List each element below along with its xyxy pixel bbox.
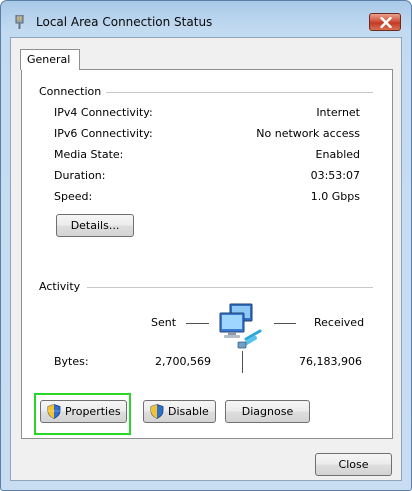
tab-general[interactable]: General (20, 49, 80, 70)
close-button-label: Close (338, 458, 369, 471)
bytes-sent-value: 2,700,569 (155, 355, 211, 368)
title-bar[interactable]: Local Area Connection Status (1, 1, 411, 37)
sent-label: Sent (151, 316, 177, 329)
duration-label: Duration: (54, 169, 106, 182)
status-dialog-window: Local Area Connection Status General Con… (0, 0, 412, 491)
connection-group-label: Connection (39, 85, 107, 98)
diagnose-button-label: Diagnose (241, 405, 294, 418)
received-label: Received (314, 316, 365, 329)
network-computers-icon (216, 301, 266, 356)
bytes-label: Bytes: (54, 355, 89, 368)
ipv6-connectivity-label: IPv6 Connectivity: (54, 127, 153, 140)
properties-button[interactable]: Properties (40, 400, 127, 423)
general-tab-panel (21, 69, 393, 439)
speed-label: Speed: (54, 190, 93, 203)
uac-shield-icon (47, 404, 61, 426)
close-icon (380, 17, 392, 28)
duration-value: 03:53:07 (310, 169, 360, 182)
window-title: Local Area Connection Status (36, 15, 213, 29)
connection-group-divider (101, 92, 373, 93)
activity-group-label: Activity (39, 280, 86, 293)
close-button[interactable]: Close (315, 453, 392, 476)
uac-shield-icon (150, 404, 164, 426)
title-close-button[interactable] (369, 13, 401, 31)
disable-button-label: Disable (168, 405, 209, 418)
bytes-received-value: 76,183,906 (299, 355, 362, 368)
diagnose-button[interactable]: Diagnose (225, 400, 310, 423)
ipv4-connectivity-value: Internet (316, 106, 360, 119)
details-button[interactable]: Details... (56, 214, 134, 237)
ipv6-connectivity-value: No network access (256, 127, 360, 140)
activity-group-divider (87, 287, 373, 288)
properties-button-label: Properties (65, 405, 121, 418)
speed-value: 1.0 Gbps (310, 190, 360, 203)
details-button-label: Details... (70, 219, 120, 232)
activity-divider (242, 351, 243, 373)
disable-button[interactable]: Disable (143, 400, 216, 423)
media-state-value: Enabled (315, 148, 360, 161)
received-line (274, 323, 296, 324)
sent-line (186, 323, 209, 324)
network-adapter-icon (15, 14, 24, 30)
media-state-label: Media State: (54, 148, 124, 161)
ipv4-connectivity-label: IPv4 Connectivity: (54, 106, 153, 119)
